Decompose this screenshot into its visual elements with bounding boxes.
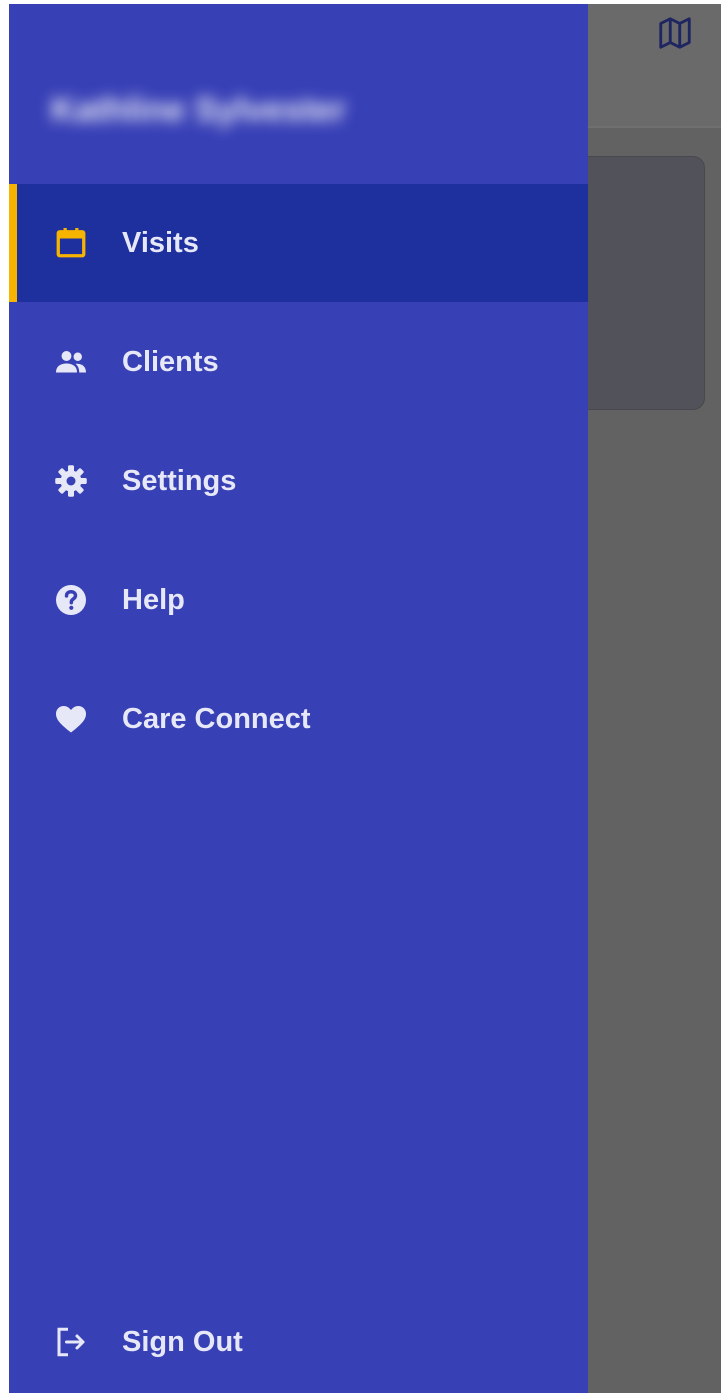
help-circle-icon: [56, 585, 86, 615]
nav-item-visits[interactable]: Visits: [9, 184, 588, 302]
active-indicator: [9, 184, 17, 302]
nav-item-label: Settings: [122, 465, 237, 497]
user-name: Kathline Sylvester: [51, 91, 346, 129]
frame-left: [0, 0, 9, 1397]
nav-item-clients[interactable]: Clients: [9, 303, 588, 421]
gear-icon: [55, 465, 87, 497]
people-icon: [56, 351, 86, 373]
map-icon[interactable]: [655, 14, 695, 52]
sign-out-label: Sign Out: [122, 1326, 243, 1358]
nav-item-care-connect[interactable]: Care Connect: [9, 660, 588, 778]
navigation-drawer: Kathline Sylvester Visits Clients Settin…: [9, 4, 588, 1393]
heart-icon: [56, 705, 86, 733]
nav-item-label: Clients: [122, 346, 219, 378]
nav-item-help[interactable]: Help: [9, 541, 588, 659]
nav-item-settings[interactable]: Settings: [9, 422, 588, 540]
calendar-icon: [56, 228, 86, 258]
nav-item-label: Visits: [122, 227, 199, 259]
nav-item-label: Care Connect: [122, 703, 311, 735]
sign-out-button[interactable]: Sign Out: [9, 1294, 588, 1394]
sign-out-icon: [57, 1327, 85, 1357]
nav-item-label: Help: [122, 584, 185, 616]
